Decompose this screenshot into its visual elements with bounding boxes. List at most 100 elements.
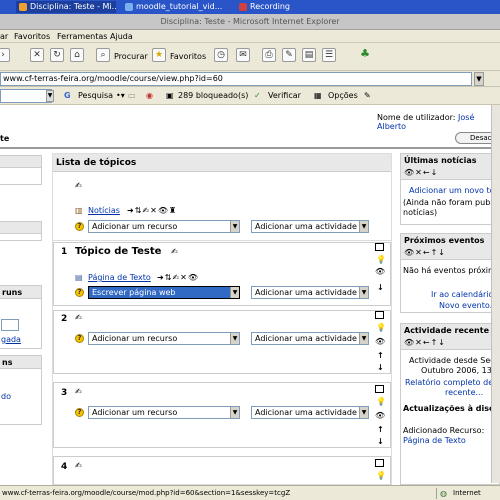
zone-label: Internet <box>453 489 481 497</box>
section-title: Tópico de Teste <box>75 246 162 257</box>
google-search-input[interactable] <box>0 89 52 103</box>
section-number: 4 <box>61 462 68 472</box>
address-input[interactable]: www.cf-terras-feira.org/moodle/course/vi… <box>0 72 472 86</box>
record-icon <box>239 3 247 11</box>
move-down-icon[interactable]: ↓ <box>377 363 384 372</box>
move-up-icon[interactable]: ↑ <box>377 425 384 434</box>
favorites-label[interactable]: Favoritos <box>170 52 206 61</box>
history-icon[interactable]: ◷ <box>214 48 228 62</box>
add-activity-select[interactable]: Adicionar uma actividade ▼ <box>251 332 369 345</box>
pencil-icon[interactable]: ✎ <box>364 91 371 100</box>
search-label[interactable]: Procurar <box>114 52 148 61</box>
block-header: ns <box>0 356 41 369</box>
help-icon[interactable]: ? <box>75 288 84 297</box>
popup-icon: ▣ <box>166 91 174 100</box>
add-activity-select[interactable]: Adicionar uma actividade ▼ <box>251 220 369 233</box>
edit-summary-icon[interactable]: ✍ <box>75 182 82 190</box>
search-icon[interactable]: ⌕ <box>96 48 110 62</box>
text-page-link[interactable]: Página de Texto <box>88 273 151 282</box>
eye-icon[interactable]: 👁 <box>375 411 385 420</box>
add-resource-select[interactable]: Escrever página web ▼ <box>88 286 240 299</box>
new-event-link[interactable]: Novo evento... <box>439 301 497 310</box>
add-activity-select[interactable]: Adicionar uma actividade ▼ <box>251 286 369 299</box>
move-up-icon[interactable]: ↑ <box>377 351 384 360</box>
print-icon[interactable]: ⎙ <box>262 48 276 62</box>
block-title: Próximos eventos <box>404 236 485 245</box>
taskbar: Disciplina: Teste - Mi... moodle_tutoria… <box>0 0 500 14</box>
msn-icon[interactable]: ♣ <box>358 48 372 62</box>
favorites-icon[interactable]: ★ <box>152 48 166 62</box>
full-report-link[interactable]: Relatório completo de act <box>405 378 500 387</box>
forward-icon[interactable]: › <box>0 48 10 62</box>
home-icon[interactable]: ⌂ <box>70 48 84 62</box>
news-forum-link[interactable]: Notícias <box>88 206 120 215</box>
block-controls-icons[interactable]: 👁✕←↑↓ <box>404 338 496 347</box>
lightbulb-icon[interactable]: 💡 <box>376 323 386 332</box>
lightbulb-icon[interactable]: 💡 <box>376 255 386 264</box>
add-new-topic-link[interactable]: Adicionar um novo tóp <box>409 186 500 195</box>
advanced-search-link[interactable]: gada <box>1 335 21 344</box>
eye-icon[interactable]: 👁 <box>375 267 385 276</box>
google-options-icon[interactable]: •▾ <box>116 91 125 100</box>
add-resource-select[interactable]: Adicionar um recurso ▼ <box>88 406 240 419</box>
window-titlebar: Disciplina: Teste - Microsoft Internet E… <box>0 14 500 30</box>
show-only-topic-icon[interactable] <box>375 385 384 393</box>
refresh-icon[interactable]: ↻ <box>50 48 64 62</box>
block-controls-icons[interactable]: 👁✕←↑↓ <box>404 248 496 257</box>
added-resource-link[interactable]: Página de Texto <box>403 436 466 445</box>
menu-item-favorites[interactable]: Favoritos <box>14 32 50 41</box>
google-search-button[interactable]: Pesquisa <box>78 91 113 100</box>
stop-icon[interactable]: ✕ <box>30 48 44 62</box>
options-button[interactable]: Opções <box>328 91 358 100</box>
show-only-topic-icon[interactable] <box>375 243 384 251</box>
spellcheck-button[interactable]: Verificar <box>268 91 301 100</box>
menu-item-help[interactable]: Ajuda <box>110 32 133 41</box>
edit-summary-icon[interactable]: ✍ <box>171 248 178 256</box>
vertical-scrollbar[interactable] <box>491 105 500 483</box>
help-icon[interactable]: ? <box>75 408 84 417</box>
block-controls-icons[interactable]: 👁✕←↓ <box>404 168 496 177</box>
calendar-link[interactable]: Ir ao calendário... <box>431 290 500 299</box>
chevron-down-icon[interactable]: ▼ <box>46 90 54 102</box>
admin-link[interactable]: do <box>1 392 11 401</box>
edit-summary-icon[interactable]: ✍ <box>75 314 82 322</box>
messenger-icon[interactable]: ☰ <box>322 48 336 62</box>
taskbar-tab-recording[interactable]: Recording <box>236 1 306 13</box>
forum-icon: ▥ <box>75 206 83 215</box>
show-only-topic-icon[interactable] <box>375 459 384 467</box>
section-divider <box>53 240 391 241</box>
mail-icon[interactable]: ✉ <box>236 48 250 62</box>
show-only-topic-icon[interactable] <box>375 311 384 319</box>
no-news-text: (Ainda não foram public <box>403 198 500 207</box>
eye-icon[interactable]: 👁 <box>375 337 385 346</box>
chevron-down-icon[interactable]: ▼ <box>474 72 484 86</box>
activity-edit-icons[interactable]: ➜⇅✍✕👁♜ <box>127 207 177 215</box>
menu-item-view[interactable]: ar <box>0 32 8 41</box>
add-resource-select[interactable]: Adicionar um recurso ▼ <box>88 332 240 345</box>
edit-summary-icon[interactable]: ✍ <box>75 462 82 470</box>
taskbar-tab-moodle[interactable]: Disciplina: Teste - Mi... <box>16 1 116 13</box>
lightbulb-icon[interactable]: 💡 <box>376 397 386 406</box>
resource-edit-icons[interactable]: ➜⇅✍✕👁 <box>157 274 199 282</box>
taskbar-tab-label: Recording <box>250 2 291 11</box>
add-activity-select[interactable]: Adicionar uma actividade ▼ <box>251 406 369 419</box>
full-report-link-2[interactable]: recente... <box>445 388 483 397</box>
chevron-down-icon: ▼ <box>359 333 368 344</box>
forum-search-input[interactable] <box>1 319 19 331</box>
taskbar-tab-tutorial[interactable]: moodle_tutorial_vid... <box>122 1 230 13</box>
move-down-icon[interactable]: ↓ <box>377 283 384 292</box>
lightbulb-icon[interactable]: 💡 <box>376 471 386 480</box>
menu-item-tools[interactable]: Ferramentas <box>57 32 107 41</box>
help-icon[interactable]: ? <box>75 334 84 343</box>
popup-blocked-count[interactable]: 289 bloqueado(s) <box>178 91 248 100</box>
edit-icon[interactable]: ✎ <box>282 48 296 62</box>
added-resource-label: Adicionado Recurso: <box>403 426 485 435</box>
user-label: Nome de utilizador: <box>377 113 456 122</box>
edit-summary-icon[interactable]: ✍ <box>75 388 82 396</box>
help-icon[interactable]: ? <box>75 222 84 231</box>
move-down-icon[interactable]: ↓ <box>377 437 384 446</box>
window-title: Disciplina: Teste - Microsoft Internet E… <box>160 17 340 26</box>
add-resource-select[interactable]: Adicionar um recurso ▼ <box>88 220 240 233</box>
discuss-icon[interactable]: ▤ <box>302 48 316 62</box>
block-header: Últimas notícias 👁✕←↓ <box>401 154 499 180</box>
